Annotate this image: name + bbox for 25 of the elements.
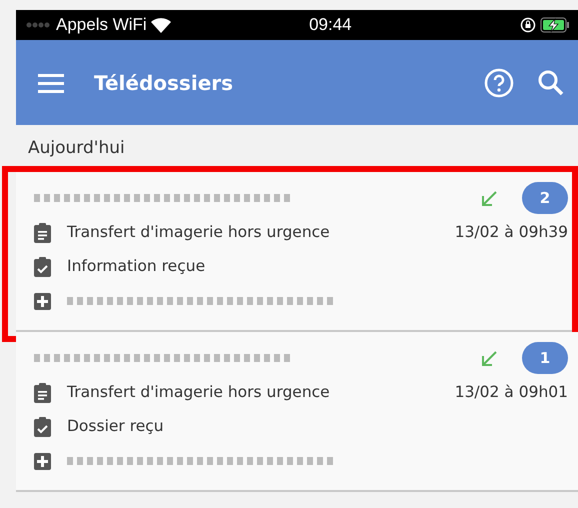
clock-text: 09:44 (309, 14, 352, 36)
count-badge: 1 (522, 342, 568, 374)
record-date: 13/02 à 09h39 (454, 222, 568, 244)
record-type: Transfert d'imagerie hors urgence (67, 222, 331, 244)
app-title: Télédossiers (94, 70, 234, 96)
signal-icon (26, 22, 52, 28)
plus-icon (34, 292, 51, 310)
rotation-lock-icon (520, 17, 536, 33)
record-status: Information reçue (67, 256, 206, 278)
clipboard-check-icon (34, 417, 51, 437)
clipboard-icon (34, 383, 51, 403)
record-type: Transfert d'imagerie hors urgence (67, 382, 331, 404)
section-header: Aujourd'hui (28, 136, 125, 160)
record-status: Dossier reçu (67, 416, 164, 438)
record-date: 13/02 à 09h01 (454, 382, 568, 404)
help-button[interactable] (484, 68, 514, 98)
record-card[interactable]: 1 Transfert d'imagerie hors urgence 13/02 à 09h01 Dossier reçu (16, 332, 578, 492)
count-badge: 2 (522, 182, 568, 214)
battery-icon (540, 17, 570, 33)
wifi-icon (150, 18, 171, 32)
clipboard-icon (34, 223, 51, 243)
carrier-text: Appels WiFi (56, 14, 147, 36)
clipboard-check-icon (34, 257, 51, 277)
search-button[interactable] (538, 70, 564, 96)
plus-icon (34, 452, 51, 470)
